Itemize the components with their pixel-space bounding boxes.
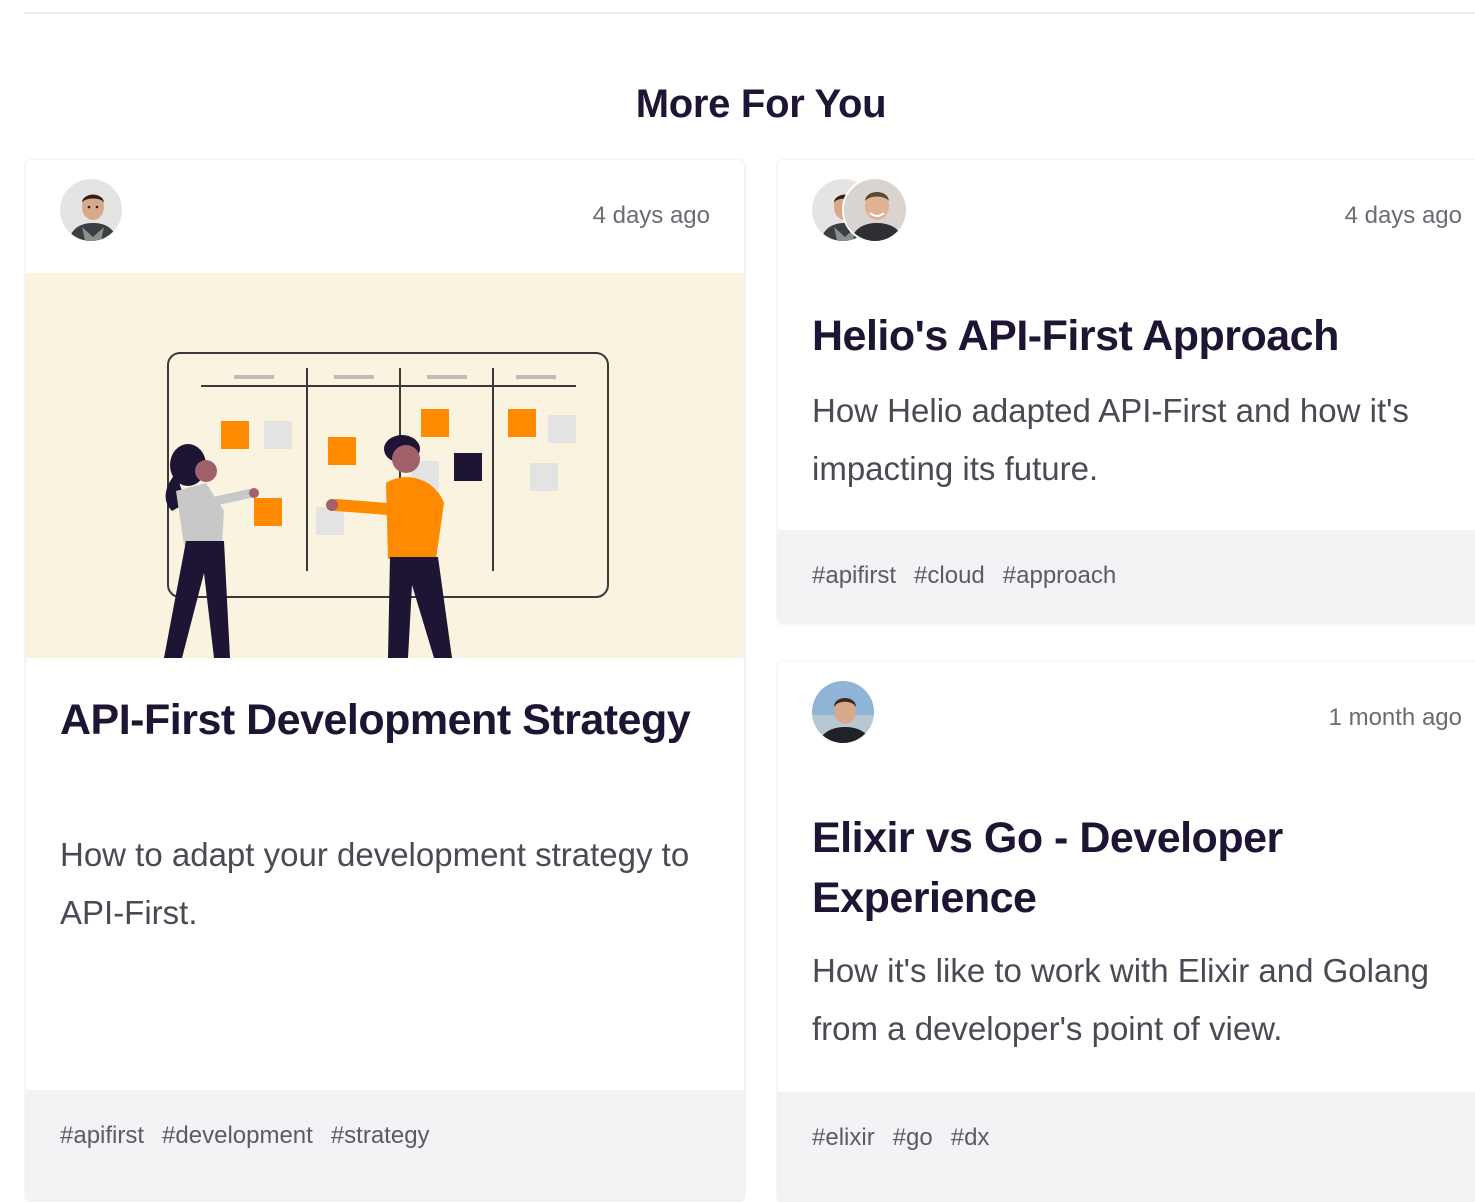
post-date: 1 month ago [1328,704,1462,731]
tag[interactable]: #approach [1003,562,1116,622]
tag[interactable]: #apifirst [60,1122,144,1200]
tag-list: #elixir #go #dx [778,1092,1475,1202]
card-title[interactable]: Elixir vs Go - Developer Experience [812,808,1472,928]
article-illustration [26,273,744,658]
tag[interactable]: #strategy [331,1122,430,1200]
card-description: How Helio adapted API-First and how it's… [812,392,1409,487]
post-date: 4 days ago [592,202,710,229]
tag[interactable]: #development [162,1122,313,1200]
article-card[interactable]: 4 days ago Helio's API-First Approach Ho… [778,160,1475,622]
tag[interactable]: #apifirst [812,562,896,622]
card-description: How to adapt your development strategy t… [60,836,690,931]
tag[interactable]: #cloud [914,562,985,622]
post-date: 4 days ago [1344,202,1462,229]
card-title[interactable]: Helio's API-First Approach [812,306,1472,366]
section-title: More For You [635,82,887,126]
article-card[interactable]: 1 month ago Elixir vs Go - Developer Exp… [778,662,1475,1202]
card-title[interactable]: API-First Development Strategy [60,690,710,750]
top-divider [24,12,1475,14]
tag[interactable]: #elixir [812,1124,875,1202]
tag[interactable]: #dx [951,1124,990,1202]
tag-list: #apifirst #cloud #approach [778,530,1475,622]
card-header: 4 days ago [26,160,744,272]
author-avatar[interactable] [810,679,876,745]
card-description: How it's like to work with Elixir and Go… [812,952,1430,1047]
tag[interactable]: #go [893,1124,933,1202]
coauthor-avatar[interactable] [842,177,908,243]
article-card[interactable]: 4 days ago API-First Development Strateg… [26,160,744,1200]
tag-list: #apifirst #development #strategy [26,1090,744,1200]
author-avatar[interactable] [58,177,124,243]
card-header: 4 days ago [778,160,1475,272]
card-header: 1 month ago [778,662,1475,774]
